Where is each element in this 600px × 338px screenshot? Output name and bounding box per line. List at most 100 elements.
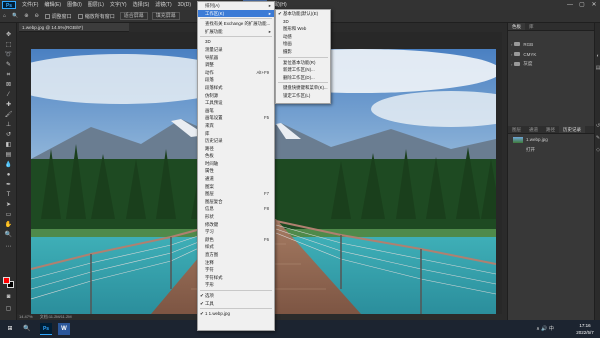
workspace-menu-item[interactable]: 键盘快捷键和菜单(K)... — [276, 84, 330, 92]
clone-stamp-tool-icon[interactable]: ⊥ — [4, 121, 13, 129]
window-menu-item[interactable]: 路径 — [198, 145, 274, 153]
window-menu-item[interactable]: ✔ 选项 — [198, 292, 274, 300]
home-icon[interactable]: ⌂ — [0, 13, 9, 19]
window-menu-item[interactable]: 色板 — [198, 152, 274, 160]
window-menu-item[interactable]: 信息 F8 — [198, 205, 274, 213]
swatch-group-gray[interactable]: › 灰度 — [508, 59, 600, 69]
window-menu-item[interactable]: 修改键 — [198, 221, 274, 229]
zoom-level[interactable]: 14.47% — [19, 314, 33, 319]
workspace-menu-item[interactable]: 3D — [276, 18, 330, 26]
window-menu-item[interactable]: 排列(A) ▸ — [198, 2, 274, 10]
dodge-tool-icon[interactable]: ● — [4, 171, 13, 179]
crop-tool-icon[interactable]: ⌗ — [4, 71, 13, 79]
menu-3[interactable]: 图层(L) — [85, 0, 107, 10]
tab-libraries[interactable]: 库 — [525, 23, 538, 30]
window-menu-item[interactable]: 来宾 — [198, 122, 274, 130]
fill-screen-button[interactable]: 填充屏幕 — [151, 12, 180, 20]
history-state[interactable]: 打开 — [508, 145, 600, 155]
workspace-menu-item[interactable]: ✔ 基本功能(默认)(E) — [276, 10, 330, 18]
rectangle-tool-icon[interactable]: ▭ — [4, 211, 13, 219]
window-menu-item[interactable]: 学习 — [198, 228, 274, 236]
search-icon[interactable]: 🔍 — [19, 323, 35, 335]
window-menu-item[interactable]: 段落样式 — [198, 84, 274, 92]
window-menu-item[interactable]: 工具预设 — [198, 99, 274, 107]
window-menu-item[interactable]: 画笔 — [198, 107, 274, 115]
swatch-group-cmyk[interactable]: › CMYK — [508, 49, 600, 59]
menu-7[interactable]: 3D(D) — [175, 0, 194, 10]
pen-tool-icon[interactable]: ✒ — [4, 181, 13, 189]
path-select-tool-icon[interactable]: ➤ — [4, 201, 13, 209]
zoom-tool-icon[interactable]: 🔍 — [9, 13, 21, 19]
workspace-menu-item[interactable]: 图形和 Web — [276, 25, 330, 33]
system-tray[interactable]: ∧ 🔊 中 — [520, 323, 570, 335]
chevron-right-icon[interactable]: › — [511, 52, 512, 57]
window-menu-item[interactable]: 测量记录 — [198, 46, 274, 54]
menu-5[interactable]: 选择(S) — [130, 0, 153, 10]
more-tools-icon[interactable]: ⋯ — [4, 243, 13, 251]
tab-history[interactable]: 历史记录 — [559, 126, 585, 133]
workspace-menu-item[interactable]: 绘画 — [276, 40, 330, 48]
window-menu-item[interactable]: 通道 — [198, 175, 274, 183]
window-menu-item[interactable]: 查找有关 Exchange 的扩展功能... — [198, 20, 274, 28]
document-tab[interactable]: 1.webp.jpg @ 14.5%(RGB/8*) — [19, 23, 129, 32]
minimize-button[interactable]: — — [564, 0, 576, 10]
window-menu-item[interactable]: 库 — [198, 130, 274, 138]
photoshop-taskbar-icon[interactable]: Ps — [40, 323, 52, 335]
resize-windows-option[interactable]: 调整窗口 — [42, 13, 75, 20]
zoom-all-option[interactable]: 缩放所有窗口 — [75, 13, 118, 20]
maximize-button[interactable]: ▢ — [576, 0, 588, 10]
zoom-tool-icon[interactable]: 🔍 — [4, 231, 13, 239]
tab-channels[interactable]: 通道 — [525, 126, 542, 133]
healing-brush-tool-icon[interactable]: ✚ — [4, 101, 13, 109]
menu-0[interactable]: 文件(F) — [19, 0, 41, 10]
window-menu-item[interactable]: 图案 — [198, 183, 274, 191]
history-brush-tool-icon[interactable]: ↺ — [4, 131, 13, 139]
window-menu-item[interactable]: 工作区(K) ▸ — [198, 9, 274, 18]
chevron-right-icon[interactable]: › — [511, 62, 512, 67]
window-menu-item[interactable]: 历史记录 — [198, 137, 274, 145]
properties-panel-icon[interactable]: ▤ — [595, 65, 600, 71]
menu-6[interactable]: 滤镜(T) — [152, 0, 174, 10]
window-menu-item[interactable]: 图层复合 — [198, 198, 274, 206]
tab-swatches[interactable]: 色板 — [508, 23, 525, 30]
window-menu-item[interactable]: 颜色 F6 — [198, 236, 274, 244]
fit-screen-button[interactable]: 适合屏幕 — [119, 12, 148, 20]
eraser-tool-icon[interactable]: ◧ — [4, 141, 13, 149]
layers-panel-icon[interactable]: ◇ — [595, 147, 600, 153]
window-menu-item[interactable]: 图层 F7 — [198, 190, 274, 198]
move-tool-icon[interactable]: ✥ — [4, 31, 13, 39]
word-taskbar-icon[interactable]: W — [58, 323, 70, 335]
workspace-menu-item[interactable]: 锁定工作区(L) — [276, 92, 330, 100]
window-menu-item[interactable]: ✔ 工具 — [198, 300, 274, 308]
window-menu-item[interactable]: 仿制源 — [198, 92, 274, 100]
swatch-group-rgb[interactable]: › RGB — [508, 39, 600, 49]
window-menu-item[interactable]: ✔ 1 1.webp.jpg — [198, 310, 274, 318]
quick-mask-icon[interactable]: ◙ — [4, 293, 13, 301]
photoshop-logo[interactable]: Ps — [2, 1, 16, 9]
window-menu-item[interactable]: 字符 — [198, 266, 274, 274]
window-menu-item[interactable]: 直方图 — [198, 251, 274, 259]
zoom-all-checkbox[interactable] — [77, 13, 83, 19]
gradient-tool-icon[interactable]: ▤ — [4, 151, 13, 159]
frame-tool-icon[interactable]: ⊠ — [4, 81, 13, 89]
blur-tool-icon[interactable]: 💧 — [4, 161, 13, 169]
hand-tool-icon[interactable]: ✋ — [4, 221, 13, 229]
tab-paths[interactable]: 路径 — [542, 126, 559, 133]
screen-mode-icon[interactable]: ▢ — [4, 305, 13, 313]
taskbar-clock[interactable]: 17:16 2022/5/7 — [572, 322, 598, 336]
window-menu-item[interactable]: 段落 — [198, 76, 274, 84]
window-menu-item[interactable]: 属性 — [198, 167, 274, 175]
windows-start-icon[interactable]: ⊞ — [4, 323, 16, 335]
window-menu-item[interactable]: 形状 — [198, 213, 274, 221]
type-tool-icon[interactable]: T — [4, 191, 13, 199]
workspace-menu-item[interactable]: 摄影 — [276, 48, 330, 56]
menu-1[interactable]: 编辑(E) — [41, 0, 64, 10]
tab-layers[interactable]: 图层 — [508, 126, 525, 133]
window-menu-item[interactable]: 注释 — [198, 259, 274, 267]
resize-windows-checkbox[interactable] — [44, 13, 50, 19]
marquee-tool-icon[interactable]: ⬚ — [4, 41, 13, 49]
window-menu-item[interactable]: 3D — [198, 38, 274, 46]
window-menu-item[interactable]: 导航器 — [198, 54, 274, 62]
window-menu-item[interactable]: 字形 — [198, 281, 274, 289]
eyedropper-tool-icon[interactable]: ⁄ — [4, 91, 13, 99]
